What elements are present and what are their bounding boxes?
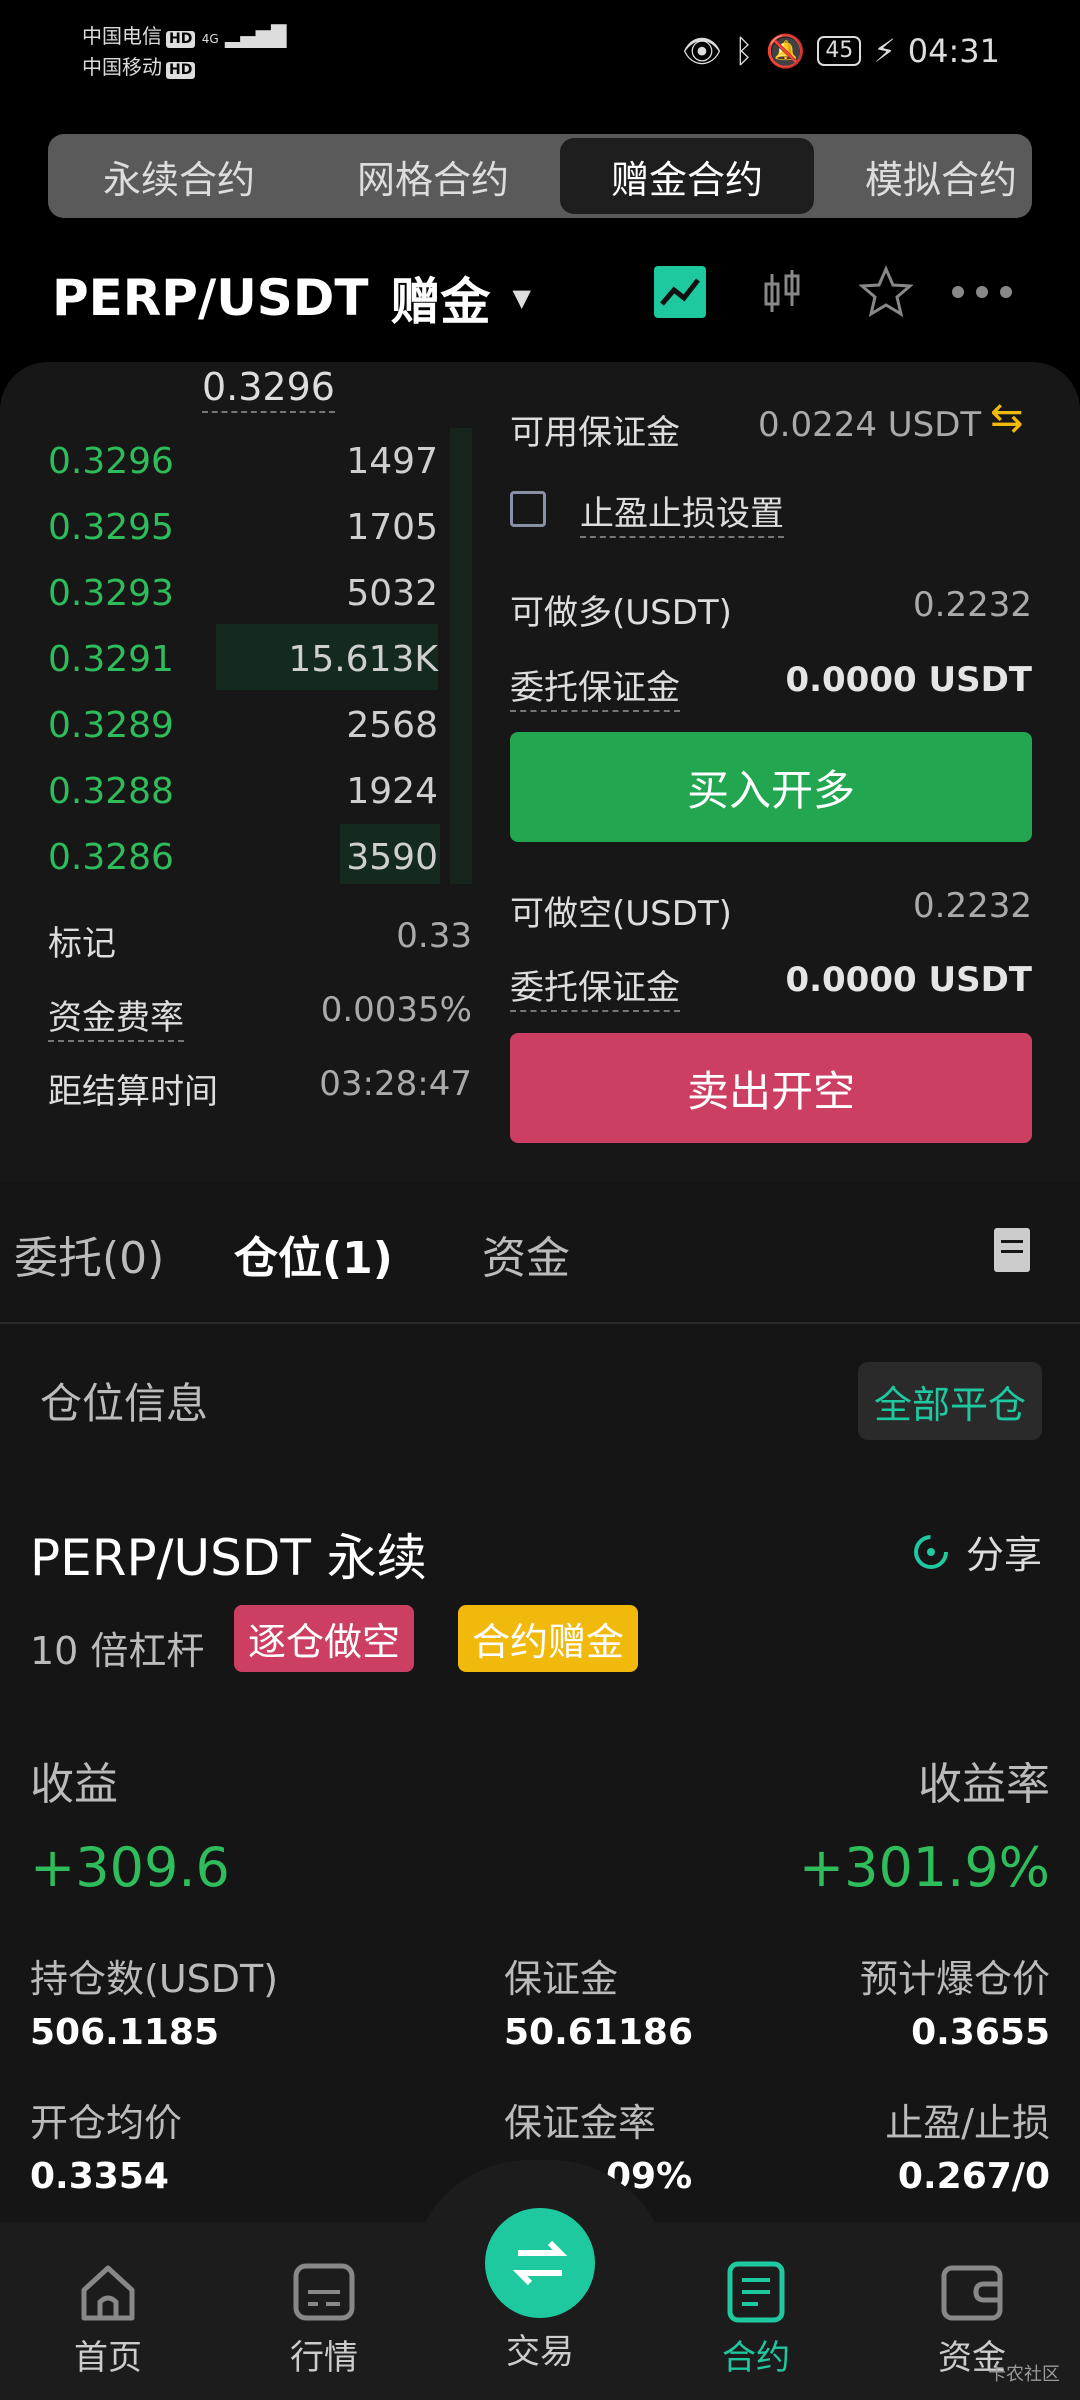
tpsl-checkbox[interactable] (510, 491, 546, 527)
liq-price-label: 预计爆仓价 (859, 1957, 1050, 2001)
pair-name: PERP/USDT (52, 269, 369, 327)
orderbook-row[interactable]: 0.3286 3590 (48, 824, 438, 890)
network-label: 4G (201, 32, 219, 46)
tab-bonus[interactable]: 赠金合约 (560, 138, 814, 214)
pnl-label: 收益 (30, 1759, 118, 1810)
carrier-1: 中国电信 (82, 24, 162, 48)
short-margin-value: 0.0000 USDT (785, 960, 1032, 1000)
nav-market[interactable]: 行情 (244, 2260, 404, 2379)
transfer-icon[interactable]: ⇆ (990, 395, 1024, 441)
trade-icon (485, 2208, 595, 2318)
tab-demo[interactable]: 模拟合约 (814, 138, 1032, 214)
star-icon[interactable] (856, 262, 916, 322)
available-label: 可用保证金 (510, 413, 680, 453)
tpsl-label[interactable]: 止盈止损设置 (580, 486, 784, 538)
long-margin-value: 0.0000 USDT (785, 660, 1032, 700)
hd-badge-2: HD (166, 62, 196, 79)
chart-icon[interactable] (650, 262, 710, 322)
tab-grid[interactable]: 网格合约 (306, 138, 560, 214)
short-margin-label[interactable]: 委托保证金 (510, 960, 680, 1012)
short-available-value: 0.2232 (913, 886, 1032, 926)
bluetooth-icon: ᛒ (734, 32, 754, 70)
carrier-2: 中国移动 (82, 55, 162, 79)
eye-icon: 👁 (681, 32, 723, 70)
leverage-label: 10 倍杠杆 (30, 1629, 205, 1673)
clock: 04:31 (907, 32, 1000, 70)
nav-trade[interactable]: 交易 (460, 2208, 620, 2373)
contract-icon (727, 2261, 785, 2323)
market-icon (293, 2263, 355, 2321)
orderbook-row[interactable]: 0.3295 1705 (48, 494, 438, 560)
liq-price-value: 0.3655 (911, 2012, 1050, 2053)
nav-contract[interactable]: 合约 (676, 2260, 836, 2379)
tpsl-info-value: 0.267/0 (897, 2156, 1050, 2197)
watermark: 卡农社区 (988, 2364, 1060, 2385)
buy-long-button[interactable]: 买入开多 (510, 732, 1032, 842)
margin-label: 保证金 (504, 1957, 619, 2001)
funding-value: 0.0035% (320, 990, 472, 1030)
tag-short: 逐仓做空 (234, 1605, 415, 1672)
mute-icon: 🔕 (765, 32, 806, 70)
mark-label: 标记 (48, 924, 116, 964)
signal-icon: ▂▄▆█ (225, 24, 287, 48)
orderbook-row[interactable]: 0.3293 5032 (48, 560, 438, 626)
pnl-value: +309.6 (30, 1836, 230, 1899)
short-available-label: 可做空(USDT) (510, 894, 732, 934)
pair-badge: 赠金 (390, 273, 491, 331)
entry-label: 开仓均价 (30, 2101, 183, 2145)
divider (0, 1322, 1080, 1324)
size-value: 506.1185 (30, 2012, 220, 2053)
close-all-button[interactable]: 全部平仓 (858, 1362, 1042, 1440)
entry-value: 0.3354 (30, 2156, 169, 2197)
battery-icon: 45 (817, 36, 862, 66)
tab-funds[interactable]: 资金 (482, 1222, 570, 1286)
long-available-label: 可做多(USDT) (510, 593, 732, 633)
mark-value: 0.33 (396, 916, 472, 956)
size-label: 持仓数(USDT) (30, 1957, 279, 2001)
depth-bar-track (450, 428, 472, 884)
tag-bonus: 合约赠金 (458, 1605, 639, 1672)
caret-down-icon: ▼ (512, 284, 531, 312)
hd-badge: HD (166, 31, 196, 48)
tab-positions[interactable]: 仓位(1) (234, 1222, 393, 1286)
funding-label[interactable]: 资金费率 (48, 990, 184, 1042)
nav-home[interactable]: 首页 (28, 2260, 188, 2379)
settle-label: 距结算时间 (48, 1072, 218, 1112)
tab-orders[interactable]: 委托(0) (14, 1222, 164, 1286)
margin-ratio-label: 保证金率 (504, 2101, 657, 2145)
contract-tabs: 永续合约 网格合约 赠金合约 模拟合约 (48, 134, 1032, 218)
share-button[interactable]: 分享 (912, 1524, 1042, 1579)
tab-perpetual[interactable]: 永续合约 (52, 138, 306, 214)
position-section-title: 仓位信息 (40, 1379, 209, 1428)
orderbook-row[interactable]: 0.3289 2568 (48, 692, 438, 758)
share-label: 分享 (966, 1533, 1043, 1577)
tpsl-info-label: 止盈/止损 (885, 2101, 1050, 2145)
pair-selector[interactable]: PERP/USDT 赠金 ▼ (52, 262, 531, 334)
share-icon (914, 1534, 948, 1569)
long-margin-label[interactable]: 委托保证金 (510, 660, 680, 712)
charging-icon: ⚡ (873, 32, 896, 70)
positions-section (0, 1182, 1080, 2222)
status-right: 👁 ᛒ 🔕 45 ⚡ 04:31 (682, 32, 1000, 70)
roe-label: 收益率 (918, 1759, 1050, 1810)
sell-short-button[interactable]: 卖出开空 (510, 1033, 1032, 1143)
orderbook-row[interactable]: 0.3288 1924 (48, 758, 438, 824)
home-icon (81, 2265, 135, 2321)
margin-value: 50.61186 (504, 2012, 694, 2053)
orderbook-row[interactable]: 0.3291 15.613K (48, 626, 438, 692)
available-value: 0.0224 USDT (758, 405, 982, 445)
orderbook-row[interactable]: 0.3296 1497 (48, 428, 438, 494)
settle-value: 03:28:47 (319, 1064, 472, 1104)
status-carriers: 中国电信 HD 4G ▂▄▆█ 中国移动 HD (82, 22, 287, 81)
candlestick-icon[interactable] (752, 262, 812, 322)
roe-value: +301.9% (798, 1836, 1050, 1899)
list-icon[interactable] (994, 1228, 1030, 1272)
wallet-icon (941, 2265, 1003, 2321)
position-title: PERP/USDT 永续 (30, 1529, 427, 1587)
last-price[interactable]: 0.3296 (202, 365, 335, 413)
long-available-value: 0.2232 (913, 585, 1032, 625)
more-icon[interactable] (950, 262, 1014, 322)
